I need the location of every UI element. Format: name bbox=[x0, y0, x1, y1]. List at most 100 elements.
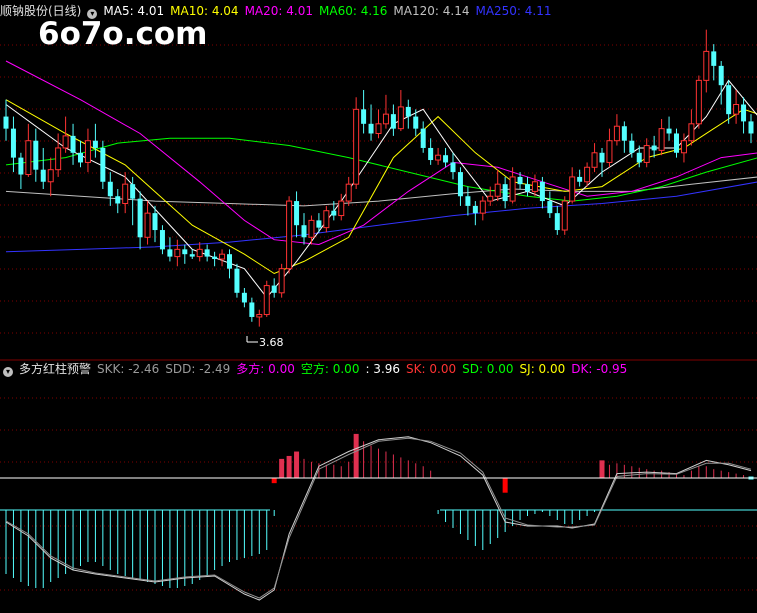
candle bbox=[561, 196, 568, 235]
candle bbox=[308, 215, 315, 245]
candle bbox=[92, 123, 98, 158]
indicator-label: MA120: 4.14 bbox=[393, 4, 470, 18]
candle bbox=[345, 176, 352, 206]
candle bbox=[703, 29, 710, 93]
candle bbox=[256, 309, 263, 327]
candle bbox=[569, 167, 576, 204]
main-grid bbox=[0, 44, 757, 334]
candle bbox=[278, 263, 285, 298]
signal-bar bbox=[502, 478, 508, 493]
candle bbox=[212, 251, 218, 267]
candle bbox=[554, 205, 560, 235]
candle bbox=[390, 104, 396, 136]
candle bbox=[174, 239, 181, 267]
candle bbox=[107, 172, 113, 206]
candle bbox=[547, 191, 553, 218]
candle bbox=[502, 176, 508, 209]
candle bbox=[137, 191, 143, 250]
candle bbox=[249, 297, 255, 322]
candle bbox=[591, 143, 598, 173]
signal-bar bbox=[271, 478, 277, 484]
candle bbox=[70, 123, 76, 165]
signal-bar bbox=[353, 433, 359, 478]
candle bbox=[263, 280, 270, 317]
candle bbox=[450, 152, 456, 180]
indicator-label: SK: 0.00 bbox=[406, 362, 457, 376]
candle bbox=[167, 237, 173, 262]
ma250-line bbox=[5, 181, 757, 253]
candle bbox=[40, 147, 46, 189]
indicator-label: MA250: 4.11 bbox=[475, 4, 552, 18]
candle bbox=[479, 196, 486, 221]
candle bbox=[643, 138, 650, 168]
candle bbox=[658, 118, 665, 156]
candle bbox=[204, 244, 210, 262]
candle bbox=[405, 99, 411, 129]
candle bbox=[613, 114, 620, 146]
signal-bar bbox=[599, 460, 605, 478]
sub-panel-title: 多方红柱预警 bbox=[19, 362, 92, 376]
candle bbox=[695, 75, 702, 129]
candle bbox=[420, 121, 426, 153]
candle bbox=[525, 176, 530, 197]
indicator-label: 多方: 0.00 bbox=[236, 362, 295, 376]
indicator-label: MA60: 4.16 bbox=[319, 4, 388, 18]
candle bbox=[84, 128, 91, 173]
indicator-label: SD: 0.00 bbox=[462, 362, 514, 376]
low-price-marker: 3.68 bbox=[246, 336, 284, 349]
moving-average-lines bbox=[5, 60, 757, 299]
candle bbox=[674, 128, 679, 158]
candle bbox=[382, 94, 389, 129]
candle bbox=[718, 61, 724, 105]
sub-grid bbox=[0, 397, 757, 591]
candle bbox=[286, 196, 293, 274]
watermark-logo: 6o7o.com bbox=[38, 16, 208, 52]
chart-canvas: 3.68 bbox=[0, 29, 757, 601]
candle bbox=[666, 116, 672, 141]
candle bbox=[741, 97, 747, 134]
candle bbox=[361, 90, 367, 134]
candle bbox=[159, 225, 165, 255]
candle bbox=[115, 189, 121, 214]
indicator-label: SJ: 0.00 bbox=[519, 362, 566, 376]
candle bbox=[651, 135, 657, 158]
signal-bar bbox=[279, 458, 285, 478]
candle bbox=[100, 140, 106, 189]
candle bbox=[241, 287, 247, 308]
candle bbox=[271, 278, 277, 298]
candle bbox=[353, 97, 360, 189]
candle bbox=[301, 213, 307, 245]
indicator-label: DK: -0.95 bbox=[571, 362, 628, 376]
candle bbox=[368, 104, 374, 141]
chevron-down-icon[interactable]: ▾ bbox=[3, 367, 13, 377]
candle bbox=[18, 152, 24, 189]
candle bbox=[219, 249, 226, 267]
candle bbox=[375, 109, 382, 139]
candle bbox=[78, 140, 83, 168]
indicator-label: : 3.96 bbox=[365, 362, 401, 376]
signal-bar bbox=[286, 455, 292, 478]
candle bbox=[33, 128, 39, 182]
candle bbox=[531, 174, 538, 197]
candle bbox=[144, 201, 151, 245]
candle bbox=[323, 205, 330, 233]
candle bbox=[711, 44, 717, 81]
candle bbox=[234, 263, 240, 298]
indicator-bars bbox=[0, 433, 757, 588]
candle bbox=[494, 169, 501, 202]
candle bbox=[196, 242, 203, 262]
candle bbox=[294, 191, 300, 238]
indicator-label: SDD: -2.49 bbox=[165, 362, 231, 376]
candle bbox=[457, 167, 463, 206]
candle bbox=[621, 121, 627, 153]
candle bbox=[428, 138, 434, 165]
candle bbox=[472, 201, 478, 226]
candle bbox=[55, 133, 62, 177]
low-price-label: 3.68 bbox=[259, 336, 284, 349]
sub-indicator-list: SKK: -2.46 SDD: -2.49 多方: 0.00 空方: 0.00: 3.… bbox=[97, 362, 633, 376]
sub-panel-header: ▾ 多方红柱预警 SKK: -2.46 SDD: -2.49 多方: 0.00 空方: 0… bbox=[0, 360, 639, 378]
candle bbox=[435, 147, 442, 165]
candle bbox=[733, 90, 740, 124]
candlesticks bbox=[3, 29, 754, 327]
candle bbox=[577, 169, 583, 187]
